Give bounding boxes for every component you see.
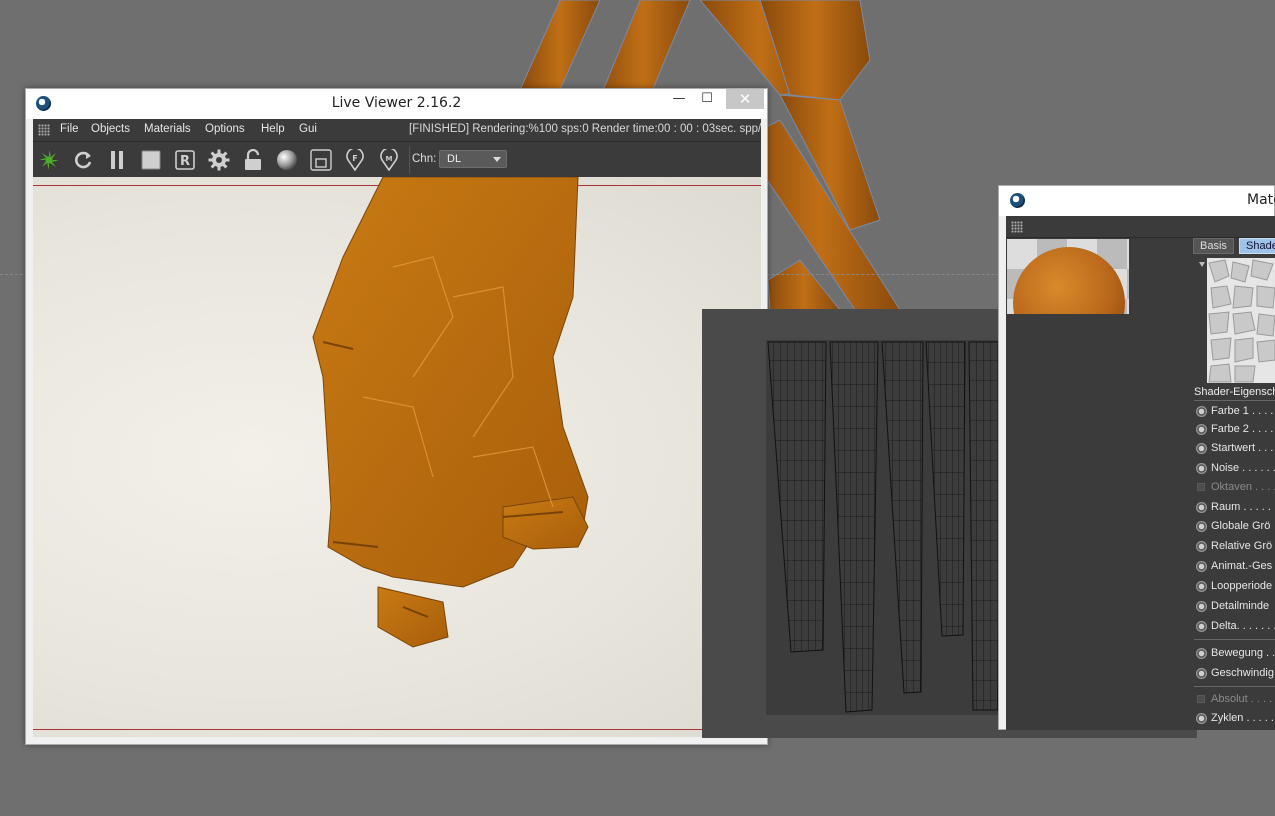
shader-properties-heading: Shader-Eigensch [1194, 386, 1275, 398]
animate-radio-icon[interactable] [1196, 601, 1207, 612]
menu-file[interactable]: File [60, 123, 79, 135]
material-ball-icon[interactable] [276, 149, 298, 171]
material-editor-titlebar[interactable]: Mate [999, 186, 1275, 216]
checkbox-icon [1197, 483, 1205, 491]
refresh-icon[interactable] [72, 149, 94, 171]
checkbox-icon [1197, 695, 1205, 703]
animate-radio-icon[interactable] [1196, 406, 1207, 417]
animate-radio-icon[interactable] [1196, 521, 1207, 532]
menu-materials[interactable]: Materials [144, 123, 191, 135]
section-divider [1194, 400, 1275, 401]
material-preview[interactable] [1007, 239, 1129, 314]
lock-icon[interactable] [242, 149, 264, 171]
clay-mode-icon[interactable] [310, 149, 332, 171]
render-viewport[interactable] [33, 177, 761, 737]
animate-radio-icon[interactable] [1196, 668, 1207, 679]
live-viewer-title: Live Viewer 2.16.2 [331, 95, 462, 111]
channel-select-value: DL [447, 153, 462, 165]
pause-icon[interactable] [106, 149, 128, 171]
collapse-triangle-icon[interactable] [1199, 262, 1205, 267]
animate-radio-icon[interactable] [1196, 541, 1207, 552]
region-render-icon[interactable]: R [174, 149, 196, 171]
toolbar-separator [409, 146, 410, 174]
section-divider [1194, 686, 1275, 687]
grip-handle-icon[interactable] [1011, 221, 1023, 233]
menu-objects[interactable]: Objects [91, 123, 130, 135]
live-viewer-titlebar[interactable]: Live Viewer 2.16.2 — ☐ ✕ [26, 89, 767, 119]
animate-radio-icon[interactable] [1196, 648, 1207, 659]
noise-shader-preview [1207, 258, 1275, 383]
focus-pick-icon[interactable]: F [344, 149, 366, 171]
cinema4d-logo-icon [1010, 193, 1025, 208]
material-pick-letter: M [386, 155, 393, 163]
material-preview-sphere [1013, 247, 1125, 314]
animate-radio-icon[interactable] [1196, 561, 1207, 572]
menu-help[interactable]: Help [261, 123, 285, 135]
tab-shader[interactable]: Shader [1239, 238, 1275, 254]
material-editor-body: Basis Shader [1006, 216, 1275, 730]
menu-options[interactable]: Options [205, 123, 245, 135]
channel-select[interactable]: DL [439, 150, 507, 168]
minimize-button[interactable]: — [666, 89, 692, 109]
material-editor-grip-bar [1006, 216, 1275, 238]
focus-pick-letter: F [352, 154, 357, 163]
animate-radio-icon[interactable] [1196, 581, 1207, 592]
stop-icon[interactable] [140, 149, 162, 171]
render-status-text: [FINISHED] Rendering:%100 sps:0 Render t… [409, 123, 761, 135]
material-editor-window[interactable]: Mate Basis Shader [998, 185, 1275, 730]
tab-basis[interactable]: Basis [1193, 238, 1234, 254]
octane-logo-icon[interactable] [38, 149, 60, 171]
rendered-orange-hand [312, 177, 589, 648]
chevron-down-icon [493, 157, 501, 162]
grip-handle-icon[interactable] [38, 124, 50, 136]
channel-label: Chn: [412, 153, 437, 165]
section-divider [1194, 639, 1275, 640]
settings-gear-icon[interactable] [208, 149, 230, 171]
region-render-letter: R [180, 154, 190, 169]
close-button[interactable]: ✕ [726, 89, 764, 109]
animate-radio-icon[interactable] [1196, 502, 1207, 513]
animate-radio-icon[interactable] [1196, 621, 1207, 632]
material-editor-title: Mate [1247, 192, 1275, 208]
animate-radio-icon[interactable] [1196, 713, 1207, 724]
live-viewer-toolbar: R F M Chn: DL [33, 141, 761, 177]
live-viewer-window[interactable]: Live Viewer 2.16.2 — ☐ ✕ File Objects Ma… [25, 88, 768, 745]
material-pick-icon[interactable]: M [378, 149, 400, 171]
animate-radio-icon[interactable] [1196, 443, 1207, 454]
maximize-button[interactable]: ☐ [694, 89, 720, 109]
menu-gui[interactable]: Gui [299, 123, 317, 135]
live-viewer-menubar: File Objects Materials Options Help Gui … [33, 119, 761, 141]
animate-radio-icon[interactable] [1196, 463, 1207, 474]
animate-radio-icon[interactable] [1196, 424, 1207, 435]
